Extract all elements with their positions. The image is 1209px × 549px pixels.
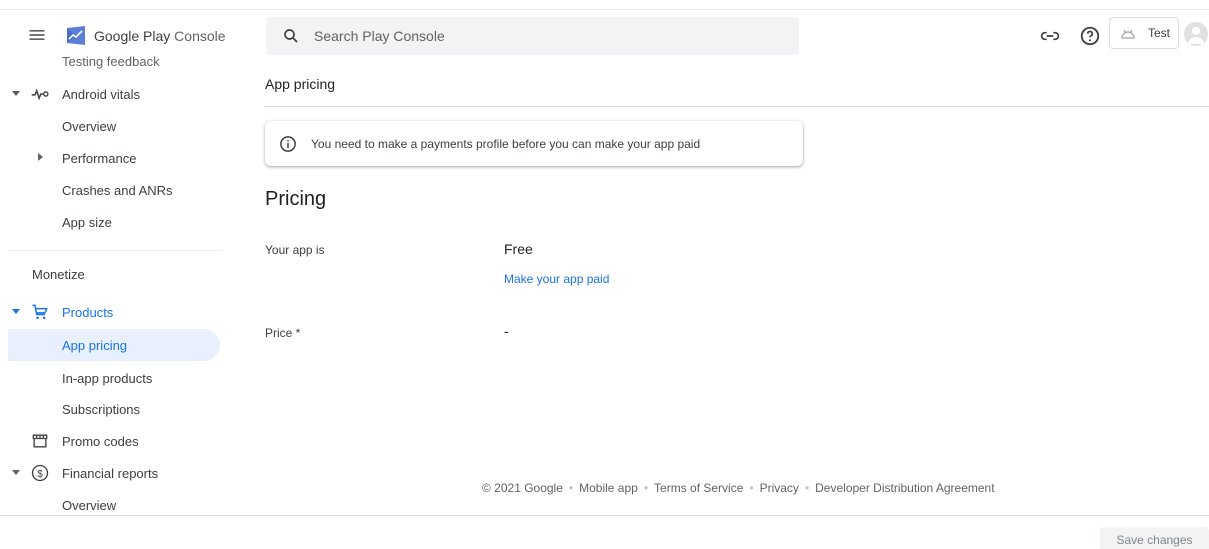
footer: © 2021 Google • Mobile app • Terms of Servic… bbox=[482, 481, 995, 495]
expand-arrow-icon[interactable] bbox=[38, 153, 43, 161]
footer-separator: • bbox=[804, 481, 810, 495]
search-bar[interactable] bbox=[266, 17, 799, 55]
sidebar-item-label: In-app products bbox=[62, 371, 153, 386]
sidebar-item-label: App pricing bbox=[62, 338, 128, 353]
hamburger-menu-icon[interactable] bbox=[27, 25, 47, 45]
footer-separator: • bbox=[643, 481, 649, 495]
sidebar-item-crashes-anrs[interactable]: Crashes and ANRs bbox=[0, 174, 220, 206]
expand-caret-icon[interactable] bbox=[12, 470, 20, 475]
sidebar-nav: Testing feedback Android vitals Overview… bbox=[0, 56, 232, 516]
sidebar-section-monetize: Monetize bbox=[32, 267, 85, 282]
play-console-logo-icon[interactable] bbox=[64, 24, 88, 48]
footer-copyright: © 2021 Google bbox=[482, 481, 563, 495]
sidebar-item-promo-codes[interactable]: Promo codes bbox=[0, 425, 220, 457]
footer-link-privacy[interactable]: Privacy bbox=[760, 481, 799, 495]
sidebar-item-android-vitals[interactable]: Android vitals bbox=[0, 78, 220, 110]
footer-link-terms[interactable]: Terms of Service bbox=[654, 481, 743, 495]
brand-main-text: Google Play bbox=[94, 28, 171, 44]
help-icon[interactable] bbox=[1079, 25, 1101, 47]
top-divider bbox=[0, 9, 1209, 10]
developer-account-icon bbox=[1121, 29, 1135, 39]
sidebar-item-overview[interactable]: Overview bbox=[0, 110, 220, 142]
sidebar-item-label: Android vitals bbox=[62, 87, 141, 102]
sidebar-item-financial-reports[interactable]: $ Financial reports bbox=[0, 457, 220, 489]
price-label: Price * bbox=[265, 326, 301, 340]
info-icon bbox=[280, 136, 296, 152]
payments-profile-notice: You need to make a payments profile befo… bbox=[265, 121, 803, 166]
svg-text:$: $ bbox=[37, 469, 43, 480]
search-icon bbox=[284, 29, 298, 43]
sidebar-item-label: App size bbox=[62, 215, 112, 230]
sidebar-item-label: Products bbox=[62, 305, 114, 320]
save-changes-button[interactable]: Save changes bbox=[1100, 527, 1209, 549]
sidebar-divider bbox=[8, 250, 222, 251]
price-value: - bbox=[504, 323, 509, 339]
sidebar-item-label: Overview bbox=[62, 498, 117, 513]
sidebar-item-performance[interactable]: Performance bbox=[0, 142, 220, 174]
footer-link-mobile-app[interactable]: Mobile app bbox=[579, 481, 638, 495]
avatar-person-icon bbox=[1188, 27, 1204, 44]
footer-link-dda[interactable]: Developer Distribution Agreement bbox=[815, 481, 994, 495]
pricing-section-title: Pricing bbox=[265, 188, 327, 210]
notice-text: You need to make a payments profile befo… bbox=[311, 137, 701, 151]
dollar-circle-icon: $ bbox=[31, 464, 49, 482]
sidebar-item-financial-overview[interactable]: Overview bbox=[0, 489, 220, 516]
page-title: App pricing bbox=[265, 76, 336, 92]
vitals-pulse-icon bbox=[31, 88, 49, 101]
storefront-icon bbox=[32, 434, 48, 448]
search-input[interactable] bbox=[314, 17, 784, 55]
heading-divider bbox=[265, 106, 1209, 107]
sidebar-item-label: Crashes and ANRs bbox=[62, 183, 173, 198]
sidebar-item-label: Testing feedback bbox=[62, 56, 160, 69]
account-name: Test bbox=[1148, 26, 1171, 40]
sidebar-item-app-pricing[interactable]: App pricing bbox=[8, 329, 220, 361]
avatar[interactable] bbox=[1184, 22, 1208, 46]
app-is-value: Free bbox=[504, 241, 533, 257]
sidebar-item-label: Overview bbox=[62, 119, 117, 134]
bottom-bar-divider bbox=[0, 515, 1209, 516]
brand-light-text: Console bbox=[174, 28, 226, 44]
app-is-label: Your app is bbox=[265, 243, 325, 257]
sidebar-item-products[interactable]: Products bbox=[0, 296, 220, 328]
account-chip[interactable]: Test bbox=[1109, 17, 1179, 49]
sidebar-item-label: Financial reports bbox=[62, 466, 159, 481]
sidebar-item-subscriptions[interactable]: Subscriptions bbox=[0, 393, 220, 425]
sidebar-item-label: Performance bbox=[62, 151, 137, 166]
sidebar-item-label: Promo codes bbox=[62, 434, 139, 449]
brand-name[interactable]: Google Play Console bbox=[94, 28, 226, 44]
sidebar-item-label: Subscriptions bbox=[62, 402, 141, 417]
sidebar-item-in-app-products[interactable]: In-app products bbox=[0, 362, 220, 394]
footer-separator: • bbox=[568, 481, 574, 495]
make-app-paid-link[interactable]: Make your app paid bbox=[504, 272, 609, 286]
footer-separator: • bbox=[749, 481, 754, 495]
expand-caret-icon[interactable] bbox=[12, 309, 20, 314]
expand-caret-icon[interactable] bbox=[12, 91, 20, 96]
cart-icon bbox=[32, 304, 48, 320]
link-icon[interactable] bbox=[1040, 26, 1060, 46]
sidebar-item-app-size[interactable]: App size bbox=[0, 206, 220, 238]
